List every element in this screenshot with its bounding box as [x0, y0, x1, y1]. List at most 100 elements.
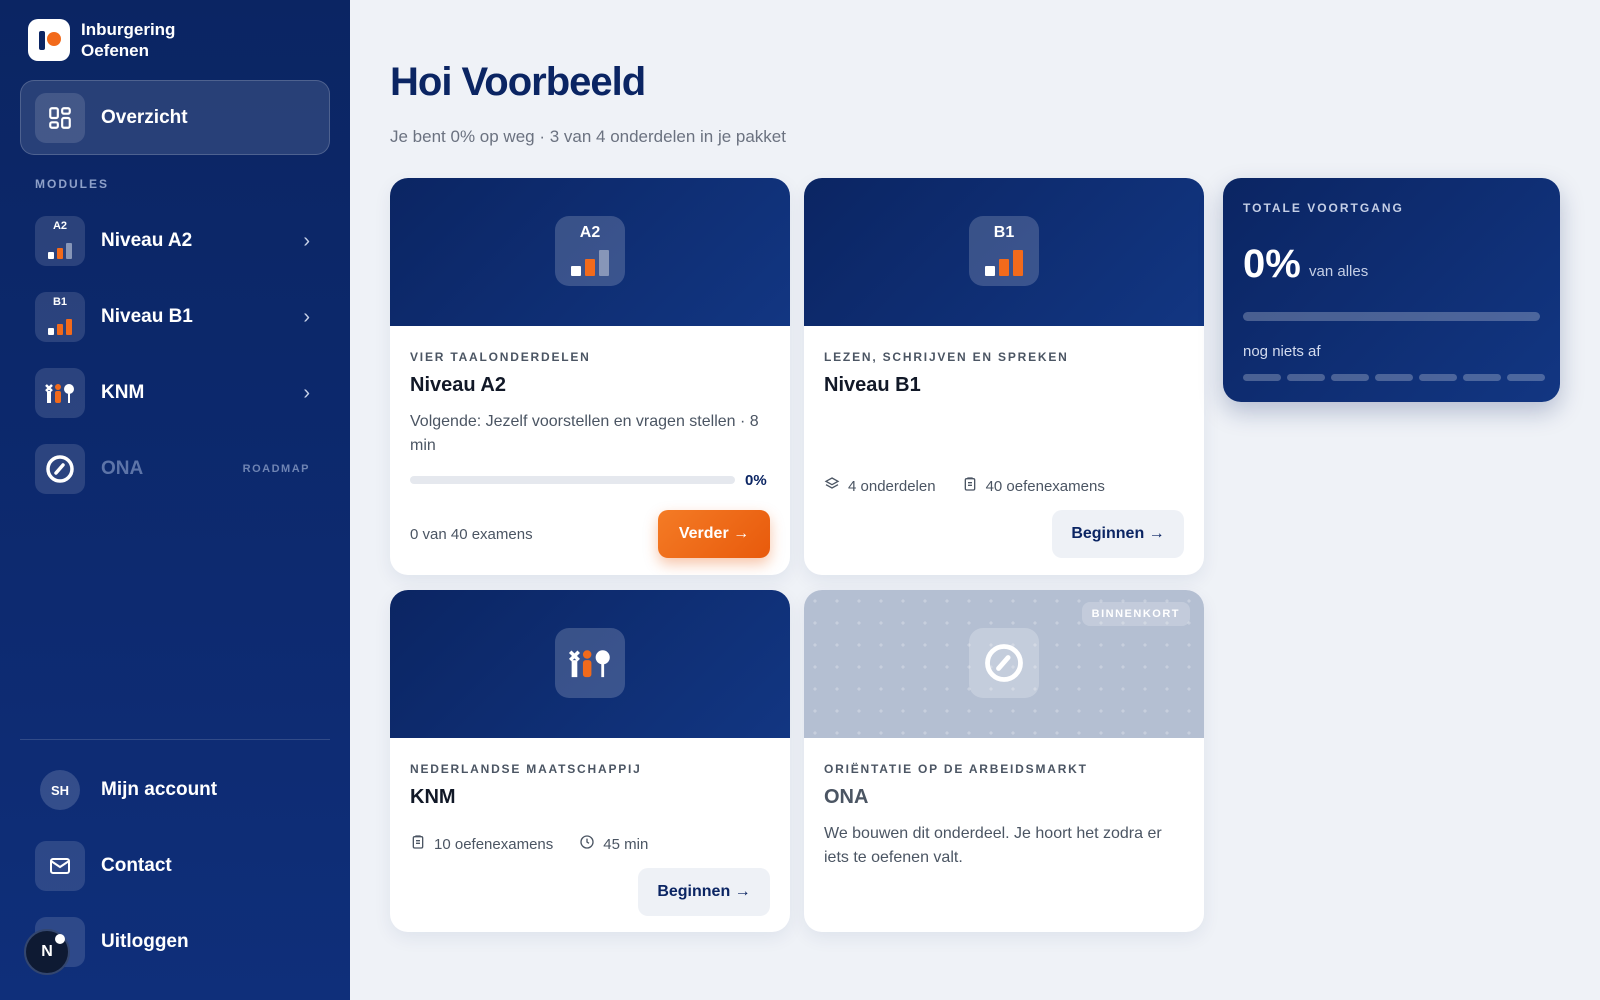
button-label: Beginnen — [1071, 525, 1145, 542]
section-label-modules: MODULES — [35, 177, 109, 191]
level-badge: B1 — [52, 296, 68, 308]
segment — [1463, 374, 1501, 381]
brand-name: Inburgering Oefenen — [81, 19, 175, 61]
arrow-right-icon: → — [734, 883, 751, 900]
sidebar-divider — [20, 739, 330, 740]
arrow-right-icon: → — [1148, 525, 1165, 542]
card-eyebrow: LEZEN, SCHRIJVEN EN SPREKEN — [824, 350, 1069, 364]
clock-icon — [579, 834, 595, 854]
parts-count: 4 onderdelen — [848, 477, 936, 495]
card-eyebrow: ORIËNTATIE OP DE ARBEIDSMARKT — [824, 762, 1088, 776]
brand-line-2: Oefenen — [81, 41, 150, 60]
card-knm: NEDERLANDSE MAATSCHAPPIJ KNM 10 oefenexa… — [390, 590, 790, 932]
level-badge: A2 — [579, 224, 601, 241]
segment — [1243, 374, 1281, 381]
button-label: Beginnen — [657, 883, 731, 900]
card-title: ONA — [824, 786, 869, 808]
nav-label: ONA — [101, 458, 144, 479]
card-header: BINNENKORT — [804, 590, 1204, 738]
notification-dot — [55, 934, 65, 944]
segment — [1375, 374, 1413, 381]
segment — [1507, 374, 1545, 381]
progress-segments — [1243, 374, 1545, 381]
nav-label: Niveau A2 — [101, 230, 193, 251]
segment — [1419, 374, 1457, 381]
segment — [1287, 374, 1325, 381]
start-button[interactable]: Beginnen → — [638, 868, 770, 916]
avatar: SH — [40, 770, 80, 810]
card-eyebrow: NEDERLANDSE MAATSCHAPPIJ — [410, 762, 642, 776]
card-title: Niveau A2 — [410, 374, 506, 396]
nav-label: Contact — [101, 855, 172, 876]
progress-bar — [410, 476, 735, 484]
brand-line-1: Inburgering — [81, 20, 176, 39]
arrow-right-icon: → — [733, 525, 750, 542]
nav-label: Uitloggen — [101, 931, 189, 952]
exam-count: 10 oefenexamens — [434, 835, 554, 853]
sidebar: Inburgering Oefenen Overzicht MODULES A2… — [0, 0, 350, 1000]
total-percent: 0% — [1243, 242, 1301, 286]
nav-item-ona: ONA ROADMAP — [35, 444, 325, 494]
continue-button[interactable]: Verder → — [658, 510, 770, 558]
total-status: nog niets af — [1243, 343, 1321, 360]
clipboard-icon — [410, 834, 426, 854]
card-description: We bouwen dit onderdeel. Je hoort het zo… — [824, 825, 1162, 866]
windmill-people-icon — [555, 628, 625, 698]
nav-item-overzicht[interactable]: Overzicht — [20, 80, 330, 155]
chevron-right-icon: › — [303, 381, 310, 404]
exam-count: 40 oefenexamens — [985, 477, 1105, 495]
chevron-right-icon: › — [303, 305, 310, 328]
nav-item-niveau-a2[interactable]: A2 Niveau A2 › — [35, 216, 325, 266]
progress-percent: 0% — [745, 472, 767, 489]
level-a2-icon: A2 — [35, 216, 85, 266]
card-niveau-a2: A2 VIER TAALONDERDELEN Niveau A2 Volgend… — [390, 178, 790, 575]
nav-label: Mijn account — [101, 779, 218, 800]
coming-soon-badge: BINNENKORT — [1081, 602, 1190, 626]
chevron-right-icon: › — [303, 229, 310, 252]
level-badge: A2 — [52, 220, 68, 232]
card-meta: 10 oefenexamens 45 min — [410, 834, 648, 854]
card-next-lesson: Volgende: Jezelf voorstellen en vragen s… — [410, 413, 759, 454]
page-subtitle: Je bent 0% op weg · 3 van 4 onderdelen i… — [390, 127, 786, 146]
roadmap-tag: ROADMAP — [242, 463, 310, 475]
card-eyebrow: VIER TAALONDERDELEN — [410, 350, 591, 364]
level-b1-icon: B1 — [35, 292, 85, 342]
dashboard-icon — [35, 92, 85, 143]
card-niveau-b1: B1 LEZEN, SCHRIJVEN EN SPREKEN Niveau B1… — [804, 178, 1204, 575]
nav-item-niveau-b1[interactable]: B1 Niveau B1 › — [35, 292, 325, 342]
gauge-icon — [969, 628, 1039, 698]
nav-label: Niveau B1 — [101, 306, 193, 327]
total-progress-card: TOTALE VOORTGANG 0% van alles nog niets … — [1223, 178, 1560, 402]
start-button[interactable]: Beginnen → — [1052, 510, 1184, 558]
button-label: Verder — [678, 525, 729, 542]
nav-item-logout[interactable]: Uitloggen — [35, 917, 325, 967]
card-ona: BINNENKORT ORIËNTATIE OP DE ARBEIDSMARKT… — [804, 590, 1204, 932]
card-header — [390, 590, 790, 738]
nav-label-overzicht: Overzicht — [101, 106, 188, 128]
windmill-people-icon — [35, 368, 85, 418]
nav-item-contact[interactable]: Contact — [35, 841, 325, 891]
card-title: KNM — [410, 786, 456, 808]
duration: 45 min — [603, 835, 649, 853]
exam-count: 0 van 40 examens — [410, 526, 533, 543]
level-b1-icon: B1 — [969, 216, 1039, 286]
segment — [1331, 374, 1369, 381]
layers-icon — [824, 476, 840, 496]
clipboard-icon — [962, 476, 978, 496]
total-eyebrow: TOTALE VOORTGANG — [1243, 201, 1404, 215]
level-a2-icon: A2 — [555, 216, 625, 286]
nav-item-knm[interactable]: KNM › — [35, 368, 325, 418]
card-header: A2 — [390, 178, 790, 326]
brand[interactable]: Inburgering Oefenen — [28, 19, 175, 61]
brand-logo-icon — [28, 19, 70, 61]
n-badge-icon[interactable]: N — [24, 929, 70, 975]
gauge-icon — [35, 444, 85, 494]
level-badge: B1 — [993, 224, 1015, 241]
total-progress-bar — [1243, 312, 1540, 321]
mail-icon — [35, 841, 85, 891]
card-header: B1 — [804, 178, 1204, 326]
card-meta: 4 onderdelen 40 oefenexamens — [824, 476, 1105, 496]
n-badge-letter: N — [41, 943, 53, 960]
total-of-label: van alles — [1309, 263, 1369, 280]
nav-item-account[interactable]: SH Mijn account — [35, 765, 325, 815]
